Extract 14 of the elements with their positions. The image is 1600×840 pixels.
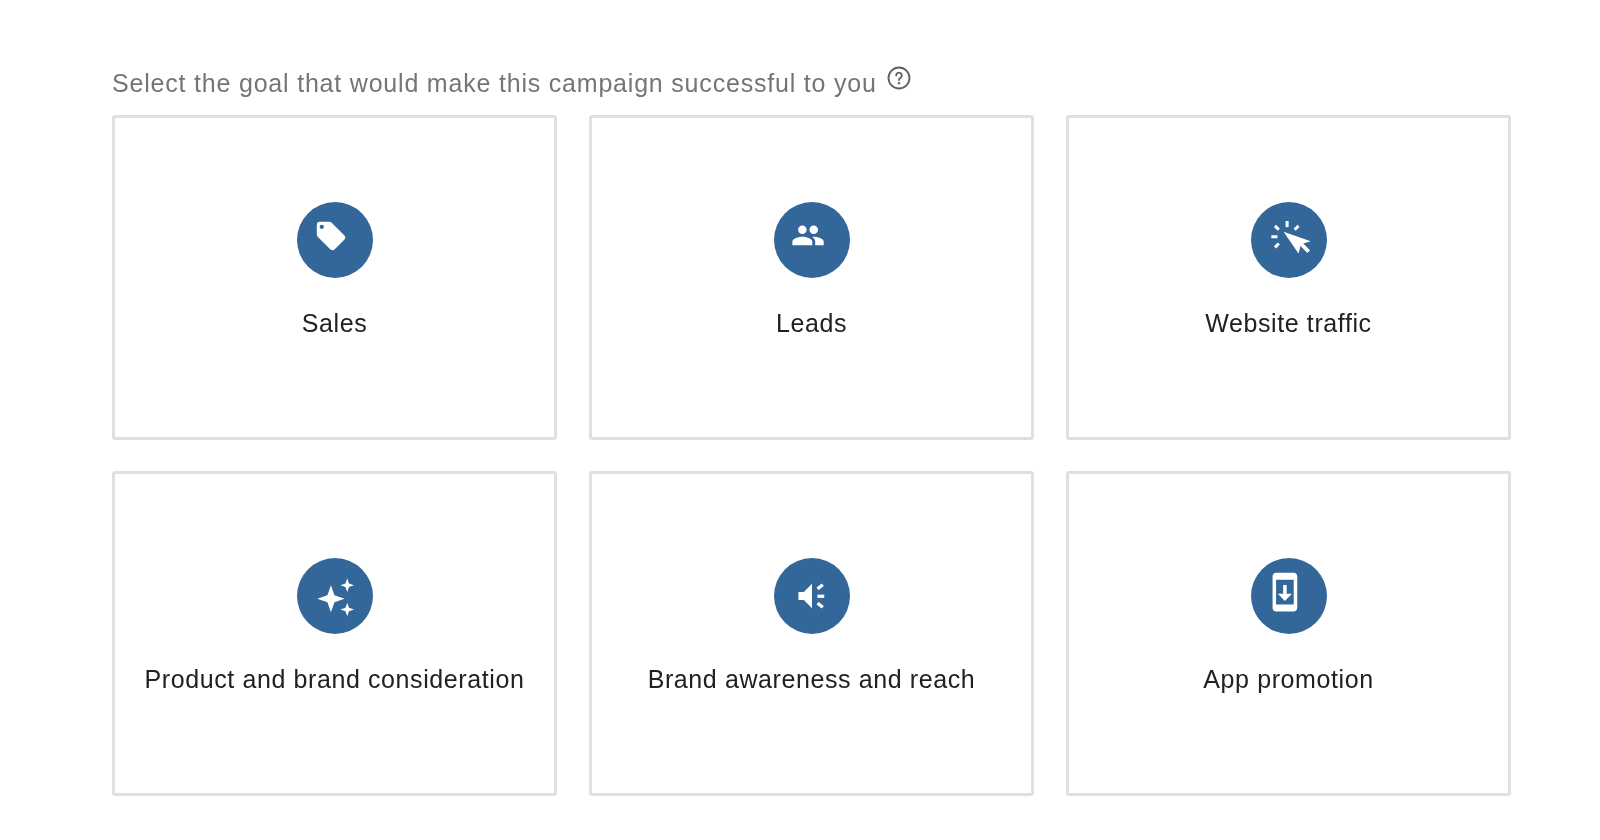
goal-card[interactable]: Leads	[589, 115, 1034, 440]
goal-card[interactable]: Product and brand consideration	[112, 471, 557, 796]
phone-download-icon	[1250, 558, 1327, 634]
goal-card[interactable]: Website traffic	[1066, 115, 1511, 440]
speaker-icon	[773, 558, 850, 634]
sparkle-icon	[296, 558, 373, 634]
tag-icon	[296, 202, 373, 278]
goal-card[interactable]: App promotion	[1066, 471, 1511, 796]
cursor-click-icon	[1250, 202, 1327, 278]
prompt-text: Select the goal that would make this campaign successful to you	[112, 68, 877, 99]
goal-card[interactable]: Sales	[112, 115, 557, 440]
goal-card[interactable]: Brand awareness and reach	[589, 471, 1034, 796]
help-icon[interactable]	[886, 66, 911, 90]
people-icon	[773, 202, 850, 278]
